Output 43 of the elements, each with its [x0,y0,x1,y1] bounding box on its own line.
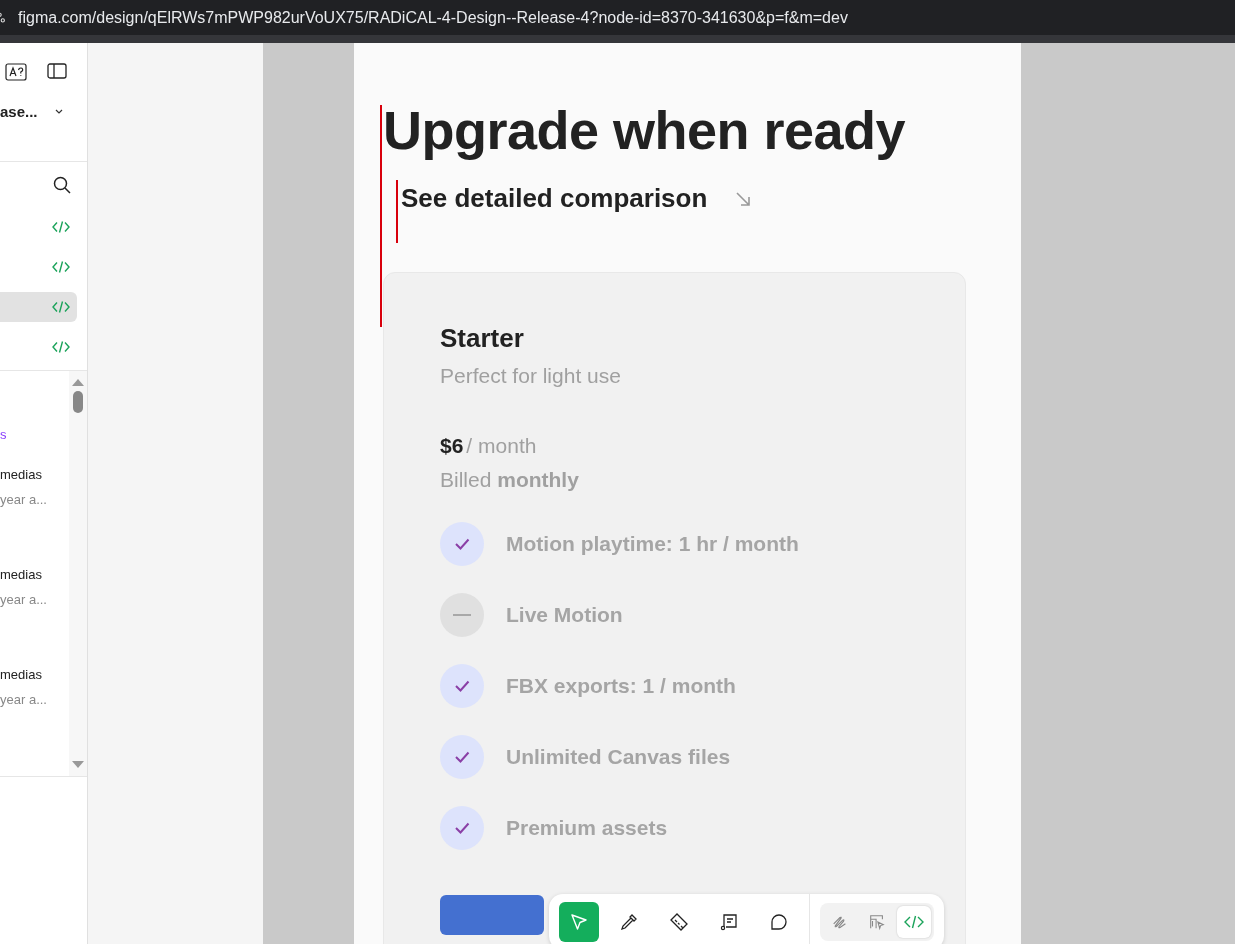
code-icon [52,341,70,353]
comment-time: year a... [0,692,48,707]
arrow-down-right-icon [735,190,752,207]
code-icon [52,261,70,273]
panel-toggle-icon[interactable] [47,63,67,79]
code-icon [52,301,70,313]
feature-label: Motion playtime: 1 hr / month [506,532,799,556]
section-label: s [0,427,8,444]
dev-mode-tool[interactable] [897,906,931,938]
cursor-icon [569,912,589,932]
scroll-up-icon[interactable] [72,378,84,386]
text-help-icon[interactable] [5,63,27,81]
comment-title[interactable]: medias [0,667,69,682]
ruler-icon [669,912,689,932]
code-icon [52,221,70,233]
comment-title[interactable]: medias [0,467,69,482]
search-icon[interactable] [53,176,71,194]
page-heading: Upgrade when ready [383,99,907,161]
move-tool[interactable] [559,902,599,942]
comparison-link[interactable]: See detailed comparison [401,183,708,214]
note-icon [719,912,739,932]
feature-label: Unlimited Canvas files [506,745,731,769]
feature-label: FBX exports: 1 / month [506,674,736,698]
feature-label: Live Motion [506,603,623,627]
scroll-thumb[interactable] [73,391,83,413]
price-amount: $6 [440,434,464,458]
billing-text: Billed monthly [440,468,580,492]
code-icon [904,915,924,929]
scroll-down-icon[interactable] [72,761,84,769]
text-cursor [396,180,398,243]
scrollbar[interactable] [69,371,87,776]
comment-title[interactable]: medias [0,567,69,582]
comment-time: year a... [0,592,48,607]
file-name[interactable]: ase... [0,103,38,120]
eyedropper-icon [619,912,639,932]
plan-name: Starter [440,323,525,354]
comment-time: year a... [0,492,48,507]
price-period: / month [466,434,537,458]
feature-label: Premium assets [506,816,668,840]
plan-subtitle: Perfect for light use [440,364,622,388]
layout-cursor-icon [868,913,886,931]
chevron-down-icon[interactable] [55,109,63,114]
speech-bubble-icon [769,912,789,932]
